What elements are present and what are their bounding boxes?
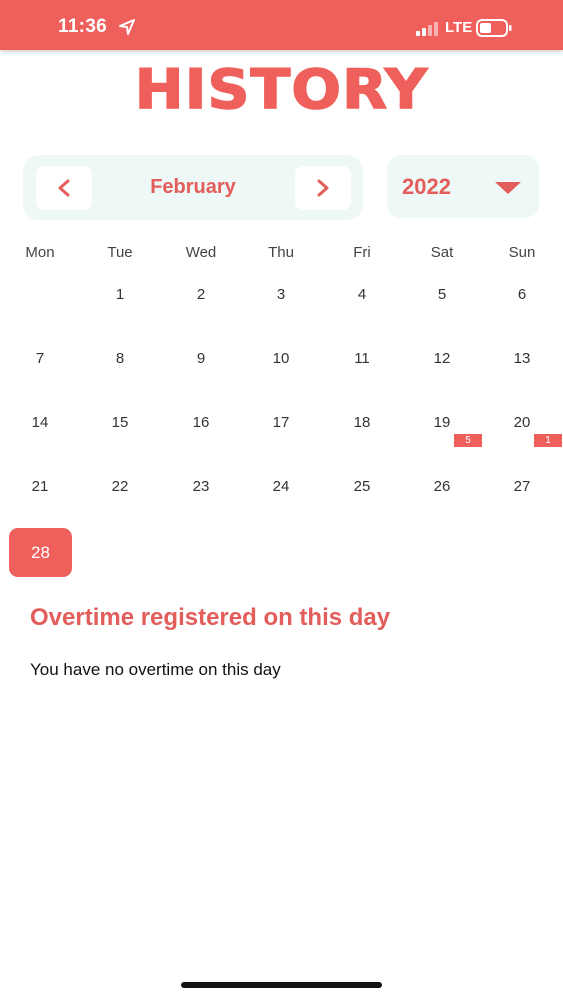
calendar-day[interactable]: 12	[402, 350, 482, 390]
calendar-day[interactable]: 11	[322, 350, 402, 390]
day-number: 6	[517, 286, 527, 303]
calendar-day[interactable]: 23	[161, 478, 241, 518]
day-number: 12	[433, 350, 451, 367]
day-number: 26	[433, 478, 451, 495]
calendar-day[interactable]: 22	[80, 478, 160, 518]
year-dropdown[interactable]: 2022	[387, 155, 539, 218]
day-number: 14	[31, 414, 49, 431]
day-number: 27	[513, 478, 531, 495]
day-number: 21	[31, 478, 49, 495]
weekday-header: Mon Tue Wed Thu Fri Sat Sun	[0, 244, 563, 274]
day-number: 25	[353, 478, 371, 495]
overtime-section-heading: Overtime registered on this day	[30, 604, 391, 631]
calendar-day[interactable]: 17	[241, 414, 321, 454]
calendar-day[interactable]: 15	[80, 414, 160, 454]
day-number: 23	[192, 478, 210, 495]
chevron-left-icon	[58, 179, 70, 197]
day-number: 17	[272, 414, 290, 431]
day-number: 13	[513, 350, 531, 367]
battery-icon	[476, 19, 512, 37]
day-number: 2	[196, 286, 206, 303]
calendar-day[interactable]: 4	[322, 286, 402, 326]
calendar-day[interactable]: 5	[402, 286, 482, 326]
calendar-day[interactable]: 21	[0, 478, 80, 518]
overtime-count-badge: 5	[454, 434, 482, 447]
day-number: 10	[272, 350, 290, 367]
day-number: 16	[192, 414, 210, 431]
weekday-sat: Sat	[430, 244, 454, 261]
weekday-sun: Sun	[508, 244, 536, 261]
calendar-day[interactable]: 1	[80, 286, 160, 326]
calendar-day[interactable]: 8	[80, 350, 160, 390]
day-number: 15	[111, 414, 129, 431]
weekday-thu: Thu	[268, 244, 294, 261]
calendar-day[interactable]: 20 1	[482, 414, 562, 454]
day-number: 3	[276, 286, 286, 303]
selected-day[interactable]: 28	[9, 528, 72, 577]
day-number: 7	[35, 350, 45, 367]
chevron-right-icon	[317, 179, 329, 197]
day-number: 8	[115, 350, 125, 367]
day-number: 9	[196, 350, 206, 367]
previous-month-button[interactable]	[36, 166, 92, 210]
network-label: LTE	[445, 19, 473, 36]
calendar-day[interactable]: 3	[241, 286, 321, 326]
overtime-count-badge: 1	[534, 434, 562, 447]
calendar-day[interactable]: 26	[402, 478, 482, 518]
weekday-mon: Mon	[25, 244, 55, 261]
calendar-day[interactable]: 9	[161, 350, 241, 390]
day-number: 19	[433, 414, 451, 431]
calendar-day[interactable]: 10	[241, 350, 321, 390]
day-number: 4	[357, 286, 367, 303]
weekday-fri: Fri	[353, 244, 371, 261]
caret-down-icon	[495, 182, 521, 194]
empty-state-message: You have no overtime on this day	[30, 660, 281, 679]
calendar-day[interactable]: 19 5	[402, 414, 482, 454]
day-number: 22	[111, 478, 129, 495]
calendar-day[interactable]: 27	[482, 478, 562, 518]
weekday-tue: Tue	[107, 244, 133, 261]
next-month-button[interactable]	[295, 166, 351, 210]
home-indicator	[181, 982, 382, 988]
signal-strength-icon	[416, 22, 438, 36]
weekday-wed: Wed	[185, 244, 217, 261]
page-title: HISTORY	[134, 57, 429, 122]
day-number: 20	[513, 414, 531, 431]
year-value: 2022	[402, 174, 451, 199]
location-arrow-icon	[119, 19, 135, 35]
day-number: 1	[115, 286, 125, 303]
day-number: 5	[437, 286, 447, 303]
status-time: 11:36	[58, 16, 108, 37]
calendar-day[interactable]: 18	[322, 414, 402, 454]
calendar-day[interactable]: 25	[322, 478, 402, 518]
day-number: 24	[272, 478, 290, 495]
month-label: February	[150, 176, 236, 198]
day-number: 18	[353, 414, 371, 431]
calendar-day[interactable]: 16	[161, 414, 241, 454]
calendar-day[interactable]: 6	[482, 286, 562, 326]
day-number: 11	[354, 350, 370, 367]
calendar-day[interactable]: 14	[0, 414, 80, 454]
calendar-day[interactable]: 2	[161, 286, 241, 326]
month-selector: February	[23, 155, 363, 220]
calendar-day[interactable]: 13	[482, 350, 562, 390]
status-bar: 11:36 LTE	[0, 0, 563, 50]
calendar-day[interactable]: 7	[0, 350, 80, 390]
calendar-day[interactable]: 24	[241, 478, 321, 518]
